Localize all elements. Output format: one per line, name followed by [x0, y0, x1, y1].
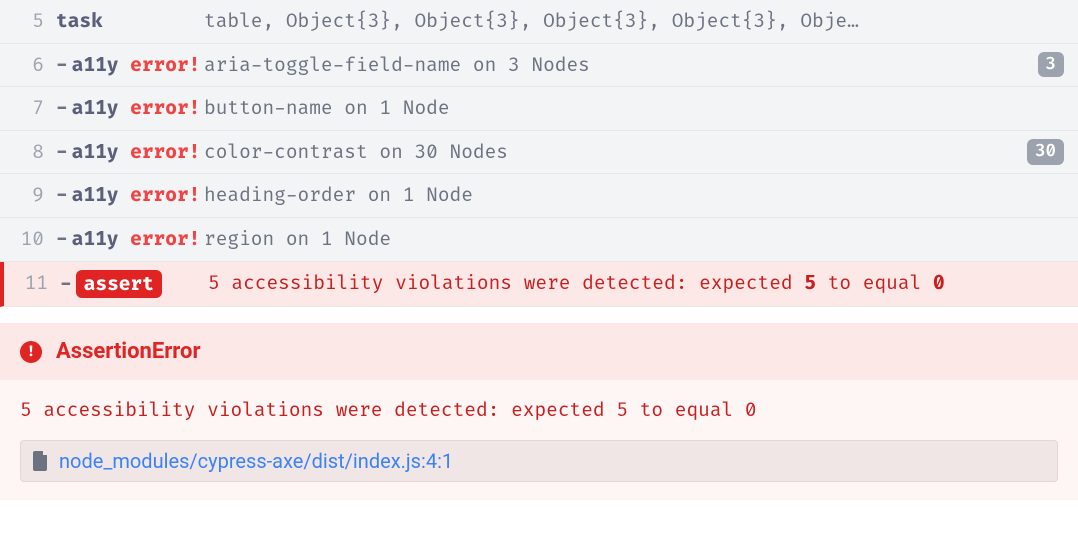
line-number: 8 — [0, 139, 56, 166]
count-badge: 30 — [1027, 139, 1064, 165]
stack-frame[interactable]: node_modules/cypress-axe/dist/index.js:4… — [20, 440, 1058, 482]
log-line[interactable]: 6-a11y error!aria-toggle-field-name on 3… — [0, 44, 1078, 88]
dash: - — [56, 95, 68, 122]
log-message: aria-toggle-field-name on 3 Nodes — [204, 52, 1030, 79]
command-log: 5task table, Object{3}, Object{3}, Object… — [0, 0, 1078, 262]
command-cell: -a11y error! — [56, 226, 204, 253]
a11y-error-label: a11y error! — [72, 52, 201, 79]
error-icon: ! — [20, 341, 42, 363]
line-number: 11 — [4, 270, 60, 297]
line-number: 6 — [0, 52, 56, 79]
error-title: AssertionError — [56, 339, 201, 364]
command-cell: task — [56, 8, 204, 35]
command-cell: -a11y error! — [56, 52, 204, 79]
error-message: 5 accessibility violations were detected… — [20, 398, 1058, 422]
log-line[interactable]: 9-a11y error!heading-order on 1 Node — [0, 174, 1078, 218]
file-icon — [33, 451, 49, 471]
log-line[interactable]: 5task table, Object{3}, Object{3}, Object… — [0, 0, 1078, 44]
log-message: region on 1 Node — [204, 226, 1064, 253]
log-message: button-name on 1 Node — [204, 95, 1064, 122]
command-cell: -a11y error! — [56, 139, 204, 166]
line-number: 7 — [0, 95, 56, 122]
command-cell: -a11y error! — [56, 182, 204, 209]
a11y-error-label: a11y error! — [72, 139, 201, 166]
log-line[interactable]: 10-a11y error!region on 1 Node — [0, 218, 1078, 262]
line-number: 10 — [0, 226, 56, 253]
assert-message: 5 accessibility violations were detected… — [208, 270, 1064, 297]
a11y-error-label: a11y error! — [72, 182, 201, 209]
stack-file-path: node_modules/cypress-axe/dist/index.js:4… — [59, 449, 453, 473]
command-cell: - assert — [60, 270, 208, 299]
error-body: 5 accessibility violations were detected… — [0, 380, 1078, 500]
a11y-error-label: a11y error! — [72, 95, 201, 122]
task-label: task — [56, 8, 103, 35]
line-number: 5 — [0, 8, 56, 35]
log-message: heading-order on 1 Node — [204, 182, 1064, 209]
log-line[interactable]: 7-a11y error!button-name on 1 Node — [0, 87, 1078, 131]
log-line-assert[interactable]: 11 - assert 5 accessibility violations w… — [0, 262, 1078, 308]
log-message: table, Object{3}, Object{3}, Object{3}, … — [204, 8, 1064, 35]
error-panel: ! AssertionError 5 accessibility violati… — [0, 323, 1078, 500]
count-badge: 3 — [1038, 52, 1064, 78]
dash: - — [56, 226, 68, 253]
dash: - — [56, 139, 68, 166]
dash: - — [56, 52, 68, 79]
log-line[interactable]: 8-a11y error!color-contrast on 30 Nodes 3… — [0, 131, 1078, 175]
dash: - — [60, 271, 72, 298]
line-number: 9 — [0, 182, 56, 209]
dash: - — [56, 182, 68, 209]
log-message: color-contrast on 30 Nodes — [204, 139, 1019, 166]
command-cell: -a11y error! — [56, 95, 204, 122]
assert-pill: assert — [76, 270, 162, 299]
error-header[interactable]: ! AssertionError — [0, 323, 1078, 380]
a11y-error-label: a11y error! — [72, 226, 201, 253]
